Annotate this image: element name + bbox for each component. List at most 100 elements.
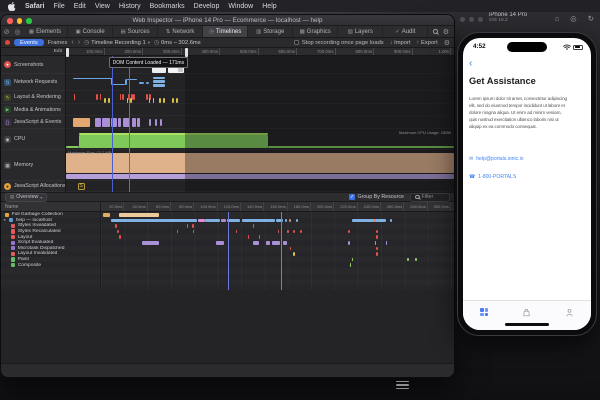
grid-mark — [293, 230, 295, 234]
recording-dropdown[interactable]: ◷ Timeline Recording 1 ▾ — [84, 40, 150, 46]
activity-icon[interactable]: ⊘ — [1, 26, 12, 37]
os-version: iOS 16.2 — [489, 18, 527, 23]
tab-elements[interactable]: ▦Elements — [23, 26, 68, 37]
row-label: Script Evaluated — [18, 240, 54, 245]
sidebar-track-screenshots[interactable]: ●Screenshots — [1, 56, 65, 74]
timeline-mark — [160, 119, 162, 126]
heap-snapshot-badge[interactable]: S — [78, 183, 85, 190]
grid-mark — [142, 241, 160, 245]
sidebar-track-media[interactable]: ▶Media & Animations — [1, 104, 65, 116]
phone-link[interactable]: ☎ 1-800-PORTALS — [469, 174, 516, 180]
menu-item-edit[interactable]: Edit — [74, 3, 86, 10]
track-lane-media[interactable] — [66, 104, 454, 116]
grid-mark — [272, 241, 280, 245]
row-label: Full Garbage Collection — [12, 212, 63, 217]
timeline-ruler[interactable]: 100.0ms200.0ms300.0ms400.0ms500.0ms600.0… — [66, 48, 454, 56]
ruler-tick: 800.0ms — [336, 48, 375, 55]
tab-home-grid-icon[interactable] — [480, 308, 488, 316]
tab-audit[interactable]: ✓Audit — [383, 26, 428, 37]
element-picker-icon[interactable]: ◎ — [12, 26, 23, 37]
settings-gear-icon[interactable]: ⚙ — [443, 28, 449, 36]
tab-console[interactable]: ▣Console — [68, 26, 113, 37]
stop-recording-checkbox[interactable]: Stop recording once page loads — [294, 40, 384, 46]
apple-logo-icon[interactable] — [8, 2, 16, 11]
track-lane-screenshots[interactable] — [66, 56, 454, 74]
zoom-button[interactable] — [26, 18, 32, 24]
close-button[interactable] — [460, 17, 465, 22]
tab-layers[interactable]: ▧Layers — [338, 26, 383, 37]
search-icon[interactable] — [433, 29, 438, 34]
tab-shop-bag-icon[interactable] — [522, 308, 531, 317]
minimize-button[interactable] — [469, 17, 474, 22]
timeline-settings-icon[interactable]: ⚙ — [444, 39, 450, 47]
grid-header[interactable]: Name 20.0ms40.0ms60.0ms80.0ms100.0ms120.… — [1, 202, 454, 212]
back-arrow[interactable]: ‹ — [71, 39, 73, 47]
track-lane-layout[interactable] — [66, 91, 454, 104]
ruler-tick: 200.0ms — [105, 48, 144, 55]
sidebar-track-js[interactable]: {}JavaScript & Events — [1, 116, 65, 129]
menu-item-safari[interactable]: Safari — [25, 3, 44, 10]
sidebar-track-network[interactable]: ⇅Network Requests — [1, 74, 65, 91]
menu-item-develop[interactable]: Develop — [194, 3, 220, 10]
record-button[interactable] — [5, 40, 10, 45]
zoom-button[interactable] — [478, 17, 483, 22]
close-button[interactable] — [7, 18, 13, 24]
menu-item-file[interactable]: File — [53, 3, 64, 10]
tab-sources[interactable]: ▤Sources — [113, 26, 158, 37]
edit-instruments-button[interactable]: Edit — [54, 49, 62, 54]
view-mode-select[interactable]: ▤ Overview ▾ — [5, 193, 47, 202]
track-label: Media & Animations — [14, 107, 61, 113]
name-column-header[interactable]: Name — [1, 202, 101, 211]
home-indicator[interactable] — [505, 323, 549, 326]
rotate-icon[interactable]: ↻ — [588, 14, 594, 23]
menu-item-help[interactable]: Help — [262, 3, 276, 10]
grid-mark — [117, 230, 119, 234]
track-lane-cpu[interactable]: Maximum CPU Usage: 100% — [66, 129, 454, 150]
group-by-resource-checkbox[interactable]: ✓ Group By Resource — [349, 194, 404, 200]
hamburger-icon[interactable] — [396, 381, 409, 391]
import-button[interactable]: ↓ Import — [390, 40, 411, 46]
filter-input[interactable]: Filter — [410, 193, 450, 202]
events-tab[interactable]: Events — [14, 39, 44, 46]
sidebar-track-allocations[interactable]: ●JavaScript Allocations — [1, 181, 65, 192]
tab-timelines[interactable]: ◷Timelines — [203, 26, 248, 37]
home-icon[interactable]: ⌂ — [555, 14, 560, 23]
events-data-grid: Name 20.0ms40.0ms60.0ms80.0ms100.0ms120.… — [1, 202, 454, 290]
back-chevron-icon[interactable]: ‹ — [469, 59, 472, 69]
simulator-titlebar[interactable]: iPhone 14 Pro iOS 16.2 ⌂ ◎ ↻ — [455, 10, 600, 32]
grid-mark — [293, 252, 295, 256]
inspector-titlebar[interactable]: Web Inspector — iPhone 14 Pro — Ecommerc… — [1, 15, 454, 26]
tab-storage[interactable]: ▥Storage — [248, 26, 293, 37]
minimize-button[interactable] — [17, 18, 23, 24]
tab-network[interactable]: ⇅Network — [158, 26, 203, 37]
tab-graphics[interactable]: ▩Graphics — [293, 26, 338, 37]
track-lane-js[interactable] — [66, 116, 454, 129]
track-lane-memory[interactable]: Maximum Size: 13.2 MB — [66, 150, 454, 181]
row-type-icon — [11, 246, 15, 250]
grid-mark — [119, 235, 121, 239]
sidebar-track-memory[interactable]: ▦Memory — [1, 150, 65, 181]
timeline-mark — [132, 118, 136, 127]
sidebar-track-layout[interactable]: ✎Layout & Rendering — [1, 91, 65, 104]
menu-item-history[interactable]: History — [119, 3, 141, 10]
email-link[interactable]: ✉ help@portals.ionic.io — [469, 156, 524, 162]
checkbox-icon[interactable] — [294, 40, 300, 46]
forward-arrow[interactable]: › — [78, 39, 80, 47]
ruler-tick: 500.0ms — [220, 48, 259, 55]
track-lane-allocations[interactable]: S — [66, 181, 454, 192]
checkbox-checked-icon[interactable]: ✓ — [349, 194, 355, 200]
menu-item-window[interactable]: Window — [228, 3, 253, 10]
grid-mark — [103, 213, 110, 217]
timeline-graph-area[interactable]: 100.0ms200.0ms300.0ms400.0ms500.0ms600.0… — [66, 48, 454, 192]
export-button[interactable]: ↑ Export — [417, 40, 438, 46]
menu-item-bookmarks[interactable]: Bookmarks — [150, 3, 185, 10]
sidebar-track-cpu[interactable]: ◉CPU — [1, 129, 65, 150]
tab-account-person-icon[interactable] — [565, 308, 574, 317]
empty-lane — [101, 285, 454, 291]
frames-tab[interactable]: Frames — [48, 40, 68, 46]
tab-label: Layers — [355, 29, 373, 35]
screenshot-icon[interactable]: ◎ — [570, 14, 577, 23]
menu-item-view[interactable]: View — [95, 3, 110, 10]
track-lane-network[interactable] — [66, 74, 454, 91]
tab-label: Network — [172, 29, 194, 35]
